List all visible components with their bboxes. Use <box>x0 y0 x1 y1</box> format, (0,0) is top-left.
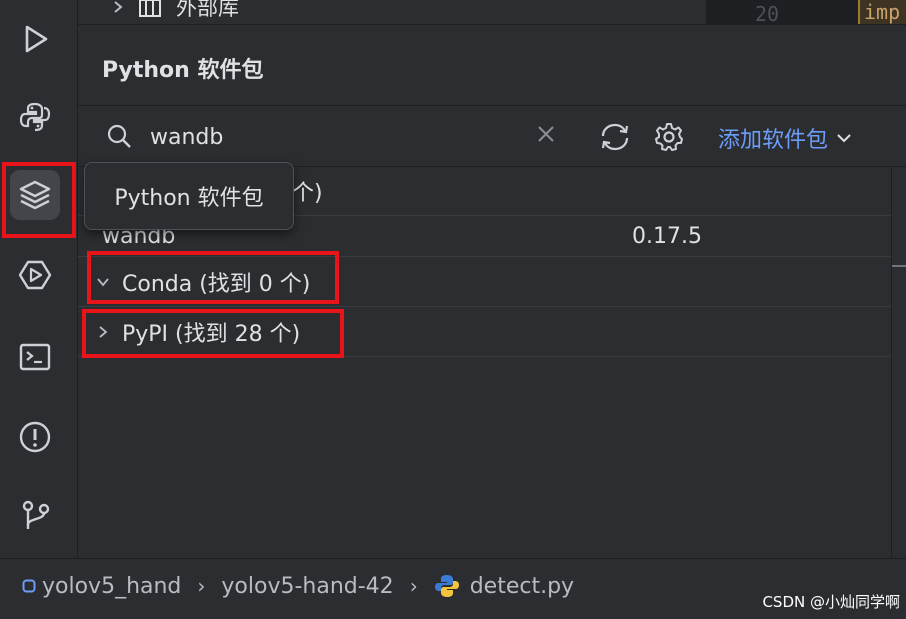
chevron-right-icon <box>99 325 108 338</box>
package-version: 0.17.5 <box>632 223 702 249</box>
breadcrumb: yolov5_hand › yolov5-hand-42 › detect.py <box>22 573 574 599</box>
services-icon <box>18 260 52 290</box>
chevron-down-icon <box>97 277 109 286</box>
pypi-group-label: PyPI (找到 28 个) <box>122 321 301 347</box>
breadcrumb-item-file[interactable]: detect.py <box>434 573 574 599</box>
problems-button[interactable] <box>10 412 60 462</box>
chevron-right-icon <box>114 1 123 13</box>
close-icon[interactable] <box>536 124 556 144</box>
git-branch-icon <box>22 500 50 529</box>
breadcrumb-item-project[interactable]: yolov5_hand <box>22 574 181 599</box>
scrollbar-marker[interactable] <box>892 265 906 267</box>
watermark: CSDN @小灿同学啊 <box>762 593 900 611</box>
navigation-bar: yolov5_hand › yolov5-hand-42 › detect.py… <box>0 558 906 619</box>
python-file-icon <box>434 575 459 597</box>
line-number: 20 <box>755 2 780 26</box>
terminal-button[interactable] <box>10 332 60 382</box>
chevron-down-icon <box>837 134 851 143</box>
git-button[interactable] <box>10 490 60 540</box>
add-package-button[interactable]: 添加软件包 <box>718 122 852 154</box>
run-button[interactable] <box>10 14 60 64</box>
add-package-label: 添加软件包 <box>718 128 829 153</box>
tool-window-strip <box>0 0 78 558</box>
panel-header: Python 软件包 <box>78 25 906 106</box>
chevron-right-icon: › <box>197 574 206 598</box>
python-console-icon <box>19 102 51 132</box>
conda-group-label: Conda (找到 0 个) <box>122 271 311 297</box>
breadcrumb-item-folder[interactable]: yolov5-hand-42 <box>221 574 393 599</box>
external-libraries-node[interactable]: 外部库 <box>112 0 239 22</box>
run-icon <box>25 25 48 53</box>
tooltip-text: Python 软件包 <box>114 186 264 211</box>
python-packages-button[interactable] <box>10 170 60 220</box>
code-fragment: imp <box>858 0 906 24</box>
terminal-icon <box>19 343 51 371</box>
search-input[interactable] <box>148 120 532 154</box>
breadcrumb-label: yolov5_hand <box>42 573 182 599</box>
conda-group-row[interactable]: Conda (找到 0 个) <box>78 257 891 307</box>
installed-group-label: 个) <box>292 181 323 206</box>
problems-icon <box>19 421 51 453</box>
library-icon <box>139 0 161 17</box>
tooltip: Python 软件包 <box>84 162 294 230</box>
panel-title: Python 软件包 <box>102 58 264 83</box>
chevron-right-icon: › <box>409 574 418 598</box>
python-console-button[interactable] <box>10 92 60 142</box>
external-libraries-label: 外部库 <box>176 0 239 20</box>
module-icon <box>22 579 36 593</box>
gear-icon[interactable] <box>654 122 684 152</box>
pypi-group-row[interactable]: PyPI (找到 28 个) <box>78 307 891 357</box>
layers-icon <box>19 180 51 210</box>
breadcrumb-label: detect.py <box>469 573 575 599</box>
breadcrumb-label: yolov5-hand-42 <box>221 573 394 599</box>
services-button[interactable] <box>10 250 60 300</box>
search-icon <box>107 124 131 148</box>
search-row: 添加软件包 <box>78 106 906 167</box>
refresh-icon[interactable] <box>598 122 632 152</box>
